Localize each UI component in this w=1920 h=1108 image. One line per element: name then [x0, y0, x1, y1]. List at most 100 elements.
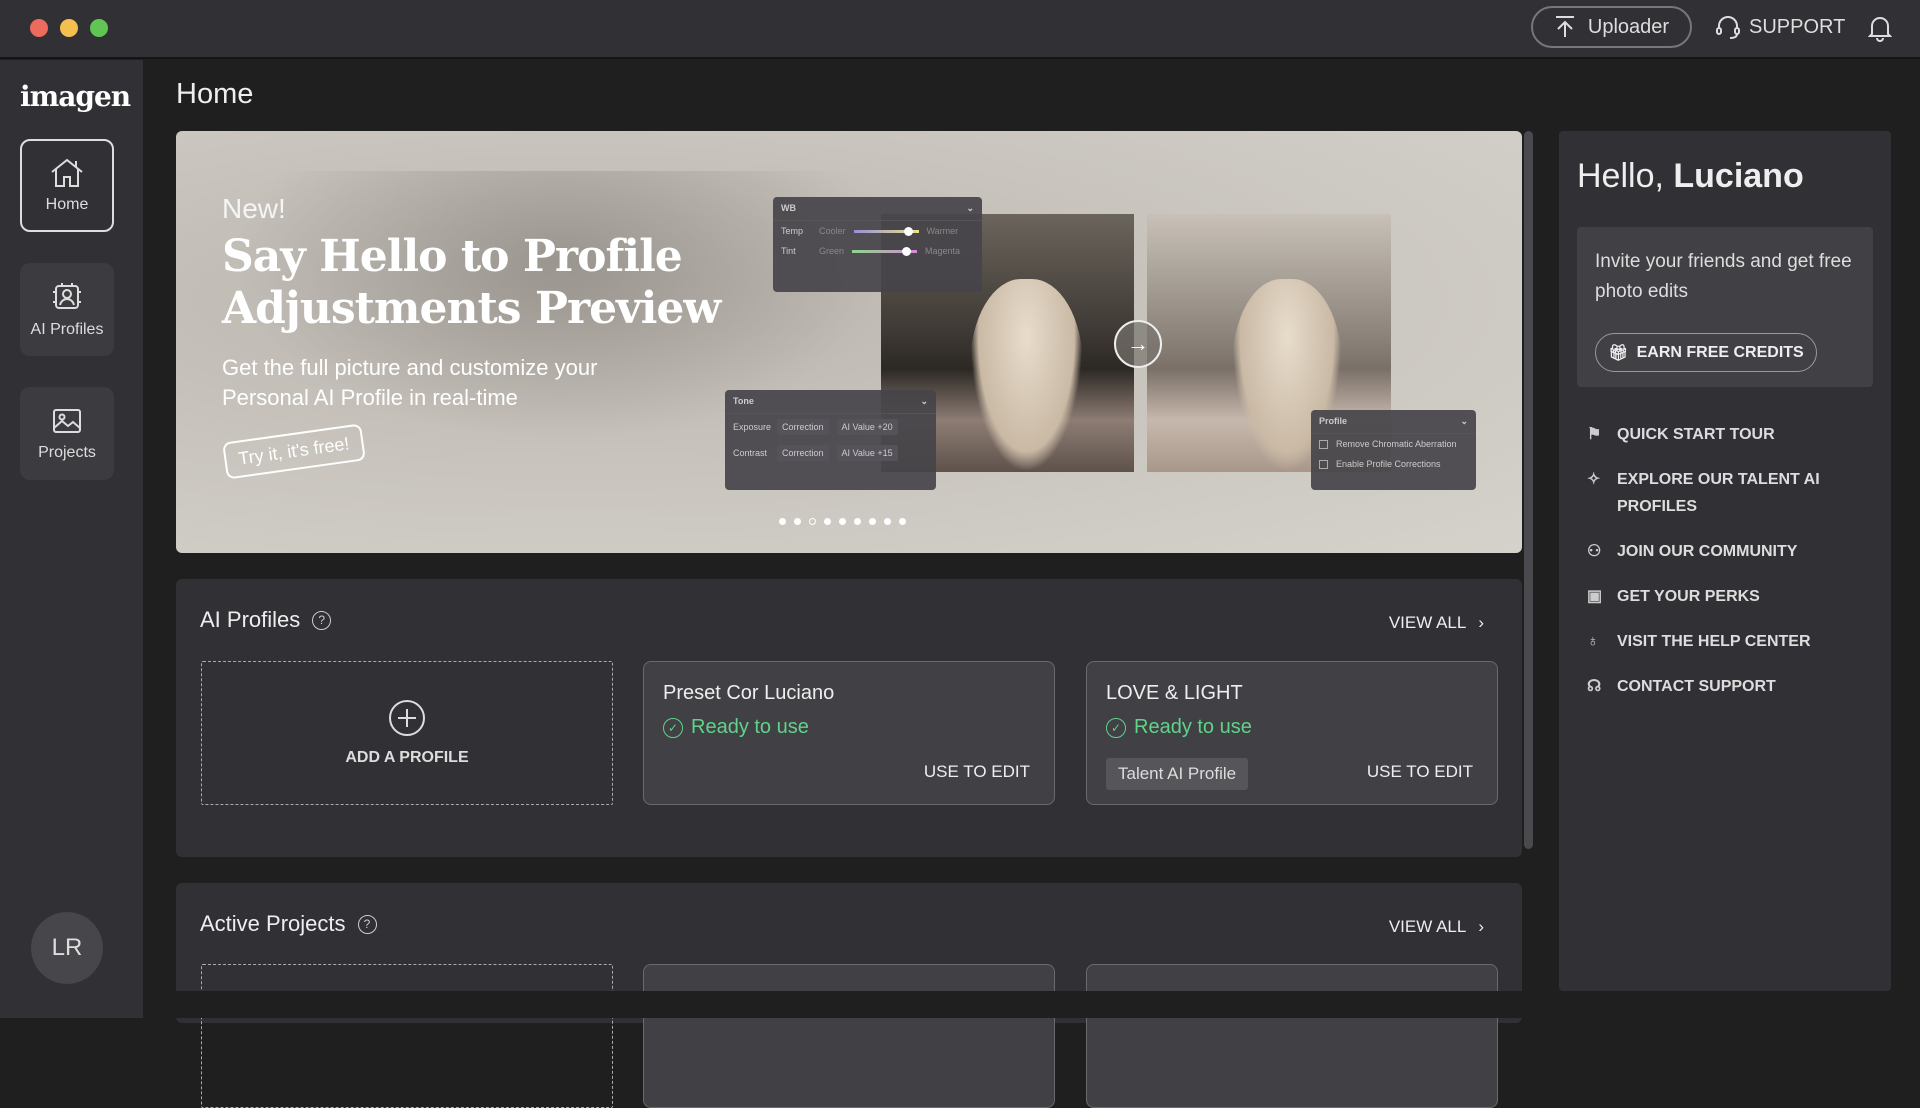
greeting: Hello, Luciano [1577, 157, 1804, 196]
profile-name: LOVE & LIGHT [1106, 682, 1243, 704]
profile-panel: Profile ⌄ Remove Chromatic Aberration Ena… [1311, 410, 1476, 490]
arrow-right-icon: → [1114, 320, 1162, 368]
add-profile-label: ADD A PROFILE [345, 749, 469, 766]
sidebar-item-home[interactable]: Home [20, 139, 114, 232]
temp-label: Temp [781, 226, 804, 236]
support-button[interactable]: SUPPORT [1715, 14, 1845, 40]
carousel-dot[interactable] [869, 518, 876, 525]
carousel-dot[interactable] [884, 518, 891, 525]
section-title: AI Profiles [200, 607, 301, 632]
link-label: GET YOUR PERKS [1617, 588, 1760, 605]
banner-subtitle: Get the full picture and customize your … [222, 355, 598, 410]
checkbox [1319, 459, 1328, 469]
ai-profiles-section: AI Profiles? VIEW ALL › ADD A PROFILE Pre… [176, 579, 1522, 857]
banner-new-label: New! [222, 193, 286, 224]
headline-line: Say Hello to Profile [222, 231, 683, 282]
invite-text: Invite your friends and get free photo e… [1595, 251, 1852, 302]
project-card[interactable] [643, 964, 1055, 1108]
ai-profile-icon [53, 282, 81, 309]
carousel-dot[interactable] [824, 518, 831, 525]
right-panel: Hello, Luciano Invite your friends and g… [1559, 131, 1891, 991]
add-project-button[interactable] [201, 964, 613, 1108]
maximize-window-button[interactable] [90, 19, 108, 37]
carousel-dot[interactable] [839, 518, 846, 525]
view-all-projects[interactable]: VIEW ALL › [1389, 917, 1484, 937]
chevron-right-icon: › [1478, 613, 1484, 632]
link-label: QUICK START TOUR [1617, 426, 1775, 443]
invite-card: Invite your friends and get free photo e… [1577, 227, 1873, 387]
green-label: Green [819, 246, 845, 256]
help-icon[interactable]: ? [357, 914, 377, 934]
link-join-community[interactable]: ⚇ JOIN OUR COMMUNITY [1587, 538, 1877, 565]
profile-name: Preset Cor Luciano [663, 682, 835, 704]
link-quick-start-tour[interactable]: ⚑ QUICK START TOUR [1587, 421, 1877, 448]
imagen-logo[interactable]: imagen [20, 80, 131, 113]
check-circle-icon: ✓ [663, 717, 683, 738]
sidebar-item-ai-profiles[interactable]: AI Profiles [20, 263, 114, 356]
checkbox [1319, 439, 1328, 449]
upload-icon [1555, 16, 1574, 37]
link-label: EXPLORE OUR TALENT AI PROFILES [1617, 471, 1820, 515]
contrast-label: Contrast [733, 448, 768, 458]
headset-icon: ☊ [1587, 678, 1602, 695]
use-to-edit-button[interactable]: USE TO EDIT [924, 762, 1030, 782]
carousel-dot[interactable] [854, 518, 861, 525]
banner-headline: Say Hello to Profile Adjustments Preview [222, 231, 721, 335]
chevron-down-icon: ⌄ [920, 396, 928, 406]
use-to-edit-button[interactable]: USE TO EDIT [1367, 762, 1473, 782]
sidebar-item-projects[interactable]: Projects [20, 387, 114, 480]
plus-circle-icon [389, 700, 425, 736]
panel-title: WB [781, 203, 796, 213]
view-all-ai-profiles[interactable]: VIEW ALL › [1389, 613, 1484, 633]
profile-card[interactable]: LOVE & LIGHT ✓ Ready to use Talent AI Pro… [1086, 661, 1498, 805]
flag-icon: ⚑ [1587, 426, 1602, 443]
minimize-window-button[interactable] [60, 19, 78, 37]
status-badge: ✓ Ready to use [663, 716, 809, 739]
bell-icon[interactable] [1868, 14, 1892, 42]
earn-free-credits-button[interactable]: 🎁︎ EARN FREE CREDITS [1595, 333, 1817, 372]
title-bar: Uploader SUPPORT [0, 0, 1920, 59]
gift-icon: 🎁︎ [1608, 344, 1629, 362]
carousel-dot[interactable] [794, 518, 801, 525]
uploader-label: Uploader [1587, 15, 1670, 38]
link-contact-support[interactable]: ☊ CONTACT SUPPORT [1587, 673, 1877, 700]
exposure-mode: Correction [777, 419, 829, 435]
carousel-dot-current[interactable] [809, 518, 816, 525]
link-get-perks[interactable]: ▣ GET YOUR PERKS [1587, 583, 1877, 610]
add-profile-button[interactable]: ADD A PROFILE [201, 661, 613, 805]
sidebar-item-label: Home [45, 195, 89, 213]
chevron-down-icon: ⌄ [966, 203, 974, 213]
headset-icon [1716, 16, 1740, 39]
link-explore-talent[interactable]: ✧ EXPLORE OUR TALENT AI PROFILES [1587, 466, 1877, 520]
panel-title: Profile [1319, 416, 1348, 426]
users-icon: ⚇ [1587, 543, 1602, 560]
tone-panel: Tone ⌄ Exposure Correction AI Value +20 Con… [725, 390, 936, 490]
uploader-button[interactable]: Uploader [1531, 6, 1692, 48]
carousel-dot[interactable] [899, 518, 906, 525]
contrast-mode: Correction [777, 445, 829, 461]
sparkle-icon: ✧ [1587, 471, 1601, 488]
warmer-label: Warmer [926, 226, 959, 236]
help-icon[interactable]: ? [312, 610, 332, 630]
temp-slider [853, 226, 919, 236]
contrast-value: AI Value +15 [836, 445, 898, 461]
profile-card[interactable]: Preset Cor Luciano ✓ Ready to use USE TO … [643, 661, 1055, 805]
promo-banner[interactable]: New! Say Hello to Profile Adjustments Pre… [176, 131, 1522, 553]
tint-slider [852, 246, 918, 256]
status-text: Ready to use [691, 716, 809, 738]
close-window-button[interactable] [30, 19, 48, 37]
check-circle-icon: ✓ [1106, 717, 1126, 738]
talent-tag: Talent AI Profile [1106, 758, 1249, 790]
project-card[interactable] [1086, 964, 1498, 1108]
status-badge: ✓ Ready to use [1106, 716, 1252, 739]
carousel-dot[interactable] [779, 518, 786, 525]
user-avatar[interactable]: LR [31, 912, 103, 984]
link-help-center[interactable]: ♁ VISIT THE HELP CENTER [1587, 628, 1877, 655]
wb-panel: WB ⌄ Temp Cooler Warmer Tint Green Magenta [773, 197, 982, 292]
sidebar-item-label: AI Profiles [30, 320, 104, 338]
magenta-label: Magenta [925, 246, 961, 256]
gift-icon: ▣ [1587, 588, 1603, 605]
quick-links: ⚑ QUICK START TOUR ✧ EXPLORE OUR TALENT AI… [1587, 421, 1877, 718]
scrollbar[interactable] [1524, 131, 1533, 849]
cooler-label: Cooler [819, 226, 846, 236]
